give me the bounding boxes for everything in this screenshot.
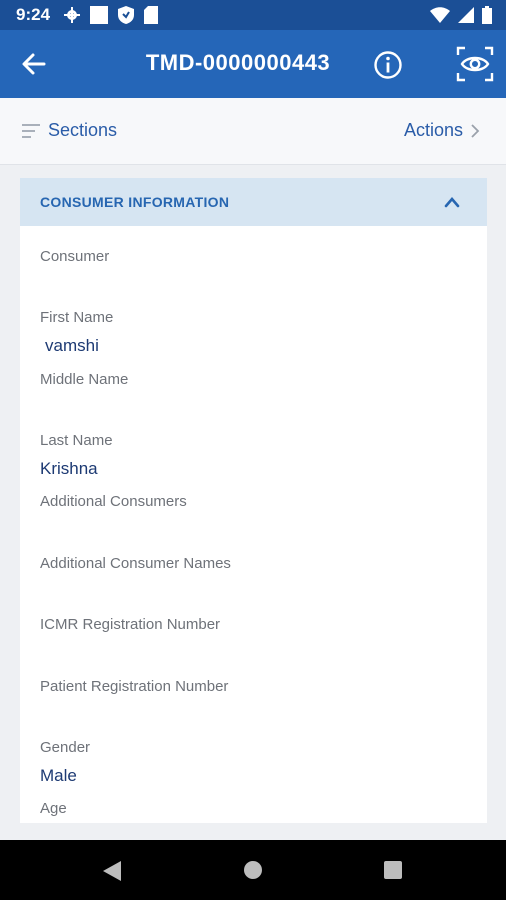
field-value: Krishna — [40, 459, 98, 478]
field-consumer[interactable]: Consumer — [40, 248, 109, 265]
sd-card-icon — [144, 6, 158, 24]
field-last-name[interactable]: Last Name Krishna — [40, 432, 113, 479]
field-label: Gender — [40, 739, 91, 756]
section-header[interactable]: CONSUMER INFORMATION — [20, 178, 487, 226]
section-title: CONSUMER INFORMATION — [40, 194, 230, 210]
field-first-name[interactable]: First Name vamshi — [40, 309, 113, 356]
info-icon[interactable] — [373, 50, 403, 80]
field-label: Last Name — [40, 432, 113, 449]
field-patient-registration-number[interactable]: Patient Registration Number — [40, 678, 228, 695]
chevron-up-icon[interactable] — [443, 194, 461, 210]
field-value: vamshi — [45, 336, 99, 355]
field-middle-name[interactable]: Middle Name — [40, 371, 128, 388]
battery-icon — [482, 6, 492, 24]
status-bar: 9:24 — [0, 0, 506, 30]
field-label: ICMR Registration Number — [40, 616, 221, 633]
eye-icon[interactable] — [456, 46, 494, 82]
app-bar: TMD-0000000443 — [0, 30, 506, 98]
square-icon — [90, 6, 108, 24]
field-label: Middle Name — [40, 371, 129, 388]
back-triangle-icon[interactable] — [102, 860, 122, 882]
field-label: Age — [40, 800, 67, 817]
field-label: Additional Consumers — [40, 493, 187, 510]
sections-button[interactable]: Sections — [22, 120, 117, 141]
actions-label: Actions — [403, 120, 463, 140]
field-label: First Name — [40, 309, 114, 326]
field-gender[interactable]: Gender Male — [40, 739, 90, 786]
field-additional-consumers[interactable]: Additional Consumers — [40, 493, 187, 510]
list-icon — [22, 123, 40, 138]
status-time: 9:24 — [16, 5, 51, 24]
gear-icon — [64, 7, 80, 23]
sections-bar: Sections Actions — [0, 98, 506, 165]
home-circle-icon[interactable] — [243, 860, 263, 880]
chevron-right-icon — [471, 123, 480, 138]
field-value: Male — [40, 766, 77, 785]
consumer-information-section: CONSUMER INFORMATION Consumer First Name… — [20, 178, 487, 823]
shield-icon — [118, 6, 134, 24]
sections-label: Sections — [48, 120, 118, 140]
signal-icon — [458, 7, 474, 23]
actions-button[interactable]: Actions — [404, 120, 480, 141]
field-age[interactable]: Age — [40, 800, 67, 817]
page-title: TMD-0000000443 — [145, 50, 331, 75]
field-icmr-registration-number[interactable]: ICMR Registration Number — [40, 616, 220, 633]
field-additional-consumer-names[interactable]: Additional Consumer Names — [40, 555, 231, 572]
navigation-bar — [0, 840, 506, 900]
field-label: Consumer — [40, 248, 110, 265]
field-label: Additional Consumer Names — [40, 555, 231, 572]
wifi-icon — [430, 7, 450, 23]
recents-square-icon[interactable] — [383, 860, 403, 880]
field-label: Patient Registration Number — [40, 678, 229, 695]
